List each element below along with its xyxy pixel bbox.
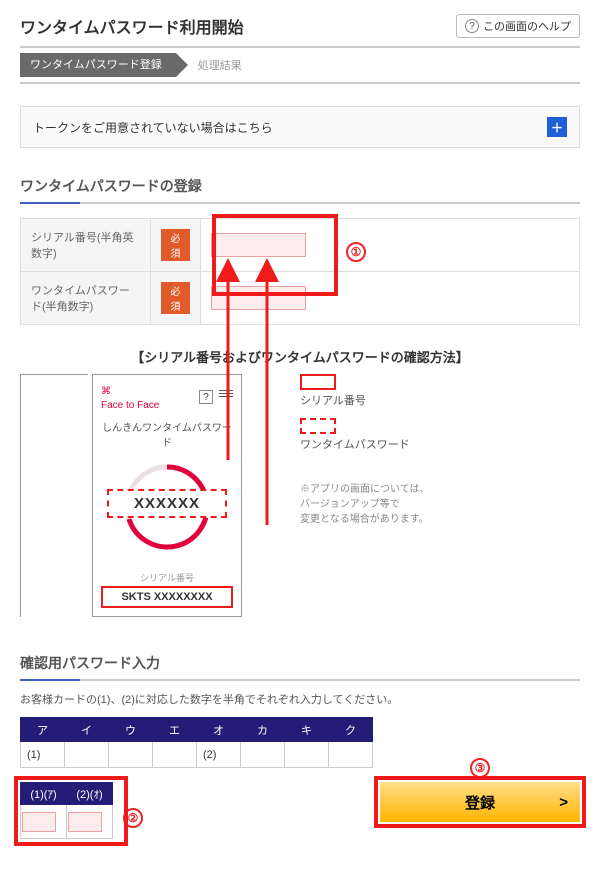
card-col: カ — [241, 718, 285, 742]
help-icon: ? — [465, 19, 479, 33]
callout-2: ② — [123, 808, 143, 828]
mini-input-table: (1)(ｱ)(2)(ｵ) — [20, 782, 113, 839]
phone-mini-title: しんきんワンタイムパスワード — [101, 419, 233, 449]
card-col: キ — [285, 718, 329, 742]
plus-icon: ＋ — [547, 117, 567, 137]
card-cell — [65, 742, 109, 768]
section-title-confirm: 確認用パスワード入力 — [20, 653, 580, 681]
confirm-method-heading: 【シリアル番号およびワンタイムパスワードの確認方法】 — [20, 347, 580, 366]
phone-serial-label: シリアル番号 — [101, 571, 233, 584]
submit-label: 登録 — [465, 792, 495, 813]
card-cell — [285, 742, 329, 768]
chevron-right-icon: > — [559, 794, 568, 811]
serial-input[interactable] — [211, 233, 306, 257]
step-next: 処理結果 — [176, 53, 242, 77]
confirm-input-2[interactable] — [68, 812, 102, 832]
required-tag: 必須 — [161, 229, 190, 261]
no-token-expand[interactable]: トークンをご用意されていない場合はこちら ＋ — [20, 106, 580, 148]
legend-serial-label: シリアル番号 — [300, 392, 580, 408]
submit-button[interactable]: 登録 > — [380, 782, 580, 822]
callout-3: ③ — [470, 758, 490, 778]
card-table: アイウエオカキク (1) (2) — [20, 717, 373, 768]
page-title: ワンタイムパスワード利用開始 — [20, 14, 244, 38]
card-col: ウ — [109, 718, 153, 742]
mini-col: (2)(ｵ) — [67, 783, 113, 805]
menu-icon — [219, 390, 233, 404]
card-col: ク — [329, 718, 373, 742]
card-cell — [153, 742, 197, 768]
phone-otp-value: XXXXXX — [107, 489, 227, 518]
otp-input[interactable] — [211, 286, 306, 310]
brand-name: Face to Face — [101, 400, 159, 411]
confirm-input-1[interactable] — [22, 812, 56, 832]
mini-col: (1)(ｱ) — [21, 783, 67, 805]
card-cell: (2) — [197, 742, 241, 768]
card-col: ア — [21, 718, 65, 742]
legend-serial-box — [300, 374, 336, 390]
no-token-text: トークンをご用意されていない場合はこちら — [33, 119, 273, 136]
card-col: イ — [65, 718, 109, 742]
card-col: オ — [197, 718, 241, 742]
step-current: ワンタイムパスワード登録 — [20, 53, 176, 77]
required-tag: 必須 — [161, 282, 190, 314]
step-indicator: ワンタイムパスワード登録 処理結果 — [20, 46, 580, 84]
phone-help-icon: ? — [199, 390, 213, 404]
card-cell — [109, 742, 153, 768]
phone-note: ※アプリの画面については、 バージョンアップ等で 変更となる場合があります。 — [300, 482, 580, 527]
phone-mock: ⌘ Face to Face ? しんきんワンタイムパスワード XXXXXX — [92, 374, 242, 617]
brand-icon: ⌘ — [101, 386, 111, 397]
help-label: この画面のヘルプ — [483, 18, 571, 34]
serial-label: シリアル番号(半角英数字) — [21, 219, 151, 272]
callout-1: ① — [346, 242, 366, 262]
card-cell — [241, 742, 285, 768]
card-cell — [329, 742, 373, 768]
card-col: エ — [153, 718, 197, 742]
phone-left-border — [20, 374, 88, 617]
otp-label: ワンタイムパスワード(半角数字) — [21, 272, 151, 325]
confirm-instruction: お客様カードの(1)、(2)に対応した数字を半角でそれぞれ入力してください。 — [20, 691, 580, 707]
legend-otp-label: ワンタイムパスワード — [300, 436, 580, 452]
help-button[interactable]: ? この画面のヘルプ — [456, 14, 580, 38]
otp-form-table: シリアル番号(半角英数字) 必須 ワンタイムパスワード(半角数字) 必須 — [20, 218, 580, 325]
card-cell: (1) — [21, 742, 65, 768]
phone-serial-value: SKTS XXXXXXXX — [101, 586, 233, 608]
legend-otp-box — [300, 418, 336, 434]
section-title-otp-register: ワンタイムパスワードの登録 — [20, 176, 580, 204]
